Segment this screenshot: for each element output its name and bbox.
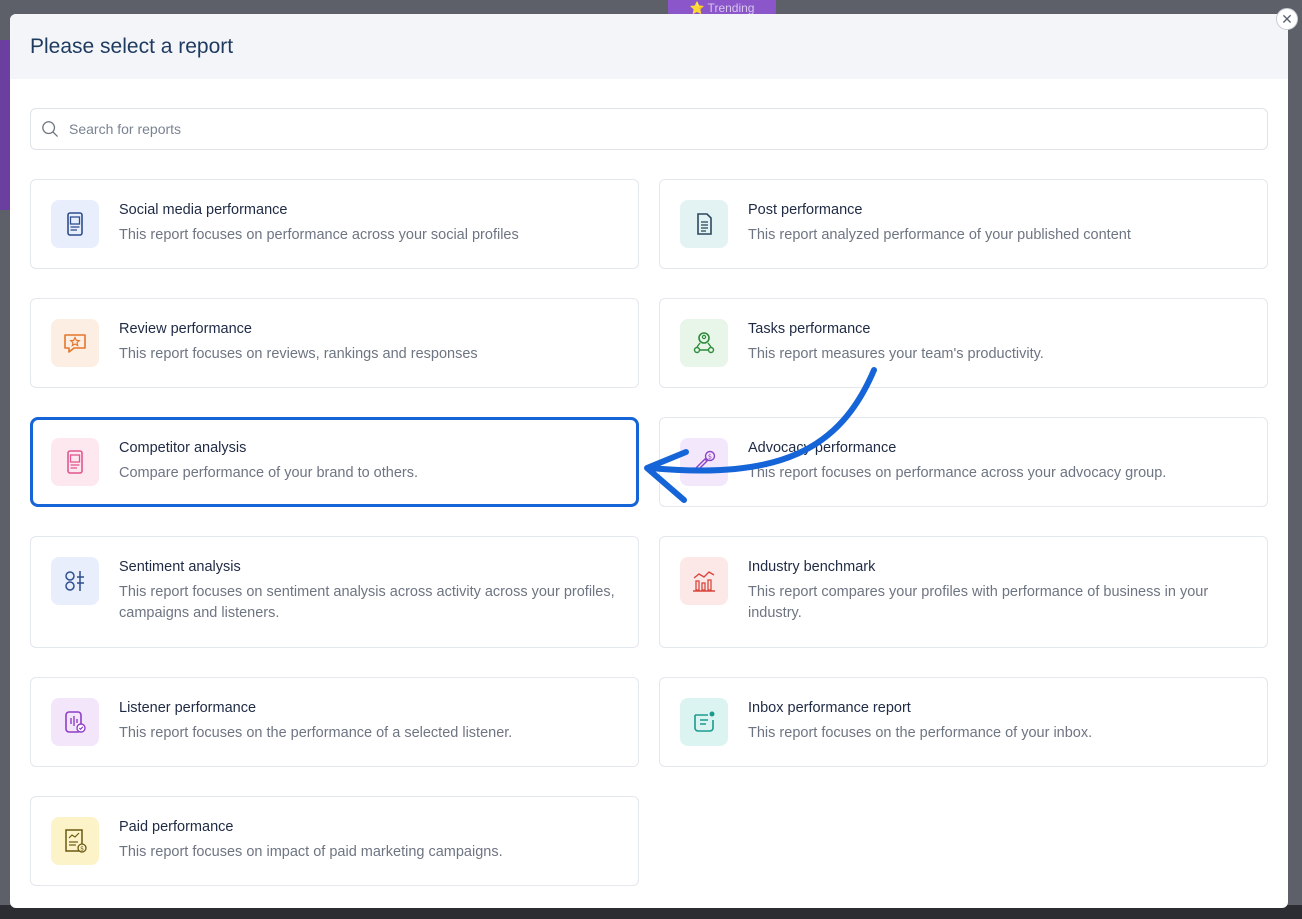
report-icon-wrap — [680, 319, 728, 367]
report-title: Paid performance — [119, 819, 234, 835]
report-title: Tasks performance — [748, 321, 871, 337]
report-text: Inbox performance report This report foc… — [748, 698, 1092, 744]
report-card-inbox-performance-report[interactable]: Inbox performance report This report foc… — [659, 677, 1268, 767]
report-description: Compare performance of your brand to oth… — [119, 465, 419, 481]
social-media-icon — [67, 212, 83, 236]
star-chat-icon — [64, 334, 86, 353]
report-title: Post performance — [748, 202, 863, 218]
listener-icon — [65, 711, 86, 733]
report-text: Social media performance This report foc… — [119, 200, 519, 246]
report-card-competitor-analysis[interactable]: Competitor analysis Compare performance … — [30, 417, 639, 507]
report-text: Industry benchmark This report compares … — [748, 557, 1247, 624]
report-text: Sentiment analysis This report focuses o… — [119, 557, 618, 624]
report-text: Competitor analysis Compare performance … — [119, 438, 418, 484]
close-icon: ✕ — [1281, 11, 1293, 27]
report-card-tasks-performance[interactable]: Tasks performance This report measures y… — [659, 298, 1268, 388]
competitor-icon — [67, 450, 83, 474]
report-icon-wrap — [51, 698, 99, 746]
report-icon-wrap — [51, 438, 99, 486]
report-icon-wrap — [680, 557, 728, 605]
report-title: Review performance — [119, 321, 252, 337]
report-card-advocacy-performance[interactable]: $ Advocacy performance This report focus… — [659, 417, 1268, 507]
report-card-industry-benchmark[interactable]: Industry benchmark This report compares … — [659, 536, 1268, 648]
report-icon-wrap — [51, 319, 99, 367]
report-title: Industry benchmark — [748, 559, 876, 575]
report-title: Social media performance — [119, 202, 288, 218]
report-title: Competitor analysis — [119, 440, 247, 456]
close-button[interactable]: ✕ — [1276, 8, 1298, 30]
document-icon — [697, 213, 712, 235]
report-description: This report focuses on impact of paid ma… — [119, 844, 503, 860]
report-title: Inbox performance report — [748, 700, 911, 716]
report-description: This report focuses on the performance o… — [748, 725, 1093, 741]
report-card-listener-performance[interactable]: Listener performance This report focuses… — [30, 677, 639, 767]
report-card-social-media-performance[interactable]: Social media performance This report foc… — [30, 179, 639, 269]
report-description: This report focuses on performance acros… — [748, 465, 1167, 481]
report-text: Tasks performance This report measures y… — [748, 319, 1044, 365]
benchmark-icon — [693, 571, 715, 592]
report-text: Review performance This report focuses o… — [119, 319, 478, 365]
svg-text:$: $ — [708, 453, 712, 461]
search-input[interactable] — [69, 121, 1249, 137]
sentiment-icon — [65, 571, 84, 591]
svg-text:$: $ — [80, 845, 84, 852]
modal-title: Please select a report — [30, 34, 234, 58]
paid-icon: $ — [65, 829, 87, 853]
search-box[interactable] — [30, 108, 1268, 150]
advocacy-icon: $ — [693, 450, 716, 473]
report-description: This report focuses on sentiment analysi… — [119, 584, 615, 621]
report-icon-wrap — [680, 200, 728, 248]
report-card-paid-performance[interactable]: $ Paid performance This report focuses o… — [30, 796, 639, 886]
report-description: This report measures your team's product… — [748, 346, 1044, 362]
report-text: Paid performance This report focuses on … — [119, 817, 503, 863]
report-description: This report focuses on performance acros… — [119, 227, 519, 243]
search-icon — [42, 121, 58, 137]
report-selection-modal: Please select a report Social media perf… — [10, 14, 1288, 908]
team-icon — [693, 332, 715, 354]
report-icon-wrap — [680, 698, 728, 746]
report-icon-wrap — [51, 557, 99, 605]
report-title: Advocacy performance — [748, 440, 897, 456]
report-description: This report focuses on reviews, rankings… — [119, 346, 478, 362]
report-icon-wrap: $ — [51, 817, 99, 865]
report-text: Post performance This report analyzed pe… — [748, 200, 1131, 246]
report-title: Listener performance — [119, 700, 257, 716]
report-description: This report focuses on the performance o… — [119, 725, 513, 741]
inbox-icon — [694, 711, 715, 732]
report-card-sentiment-analysis[interactable]: Sentiment analysis This report focuses o… — [30, 536, 639, 648]
report-description: This report compares your profiles with … — [748, 584, 1209, 621]
report-text: Listener performance This report focuses… — [119, 698, 512, 744]
report-card-post-performance[interactable]: Post performance This report analyzed pe… — [659, 179, 1268, 269]
modal-header: Please select a report — [10, 14, 1288, 79]
report-description: This report analyzed performance of your… — [748, 227, 1131, 243]
report-title: Sentiment analysis — [119, 559, 241, 575]
report-text: Advocacy performance This report focuses… — [748, 438, 1166, 484]
report-icon-wrap: $ — [680, 438, 728, 486]
report-card-review-performance[interactable]: Review performance This report focuses o… — [30, 298, 639, 388]
report-icon-wrap — [51, 200, 99, 248]
